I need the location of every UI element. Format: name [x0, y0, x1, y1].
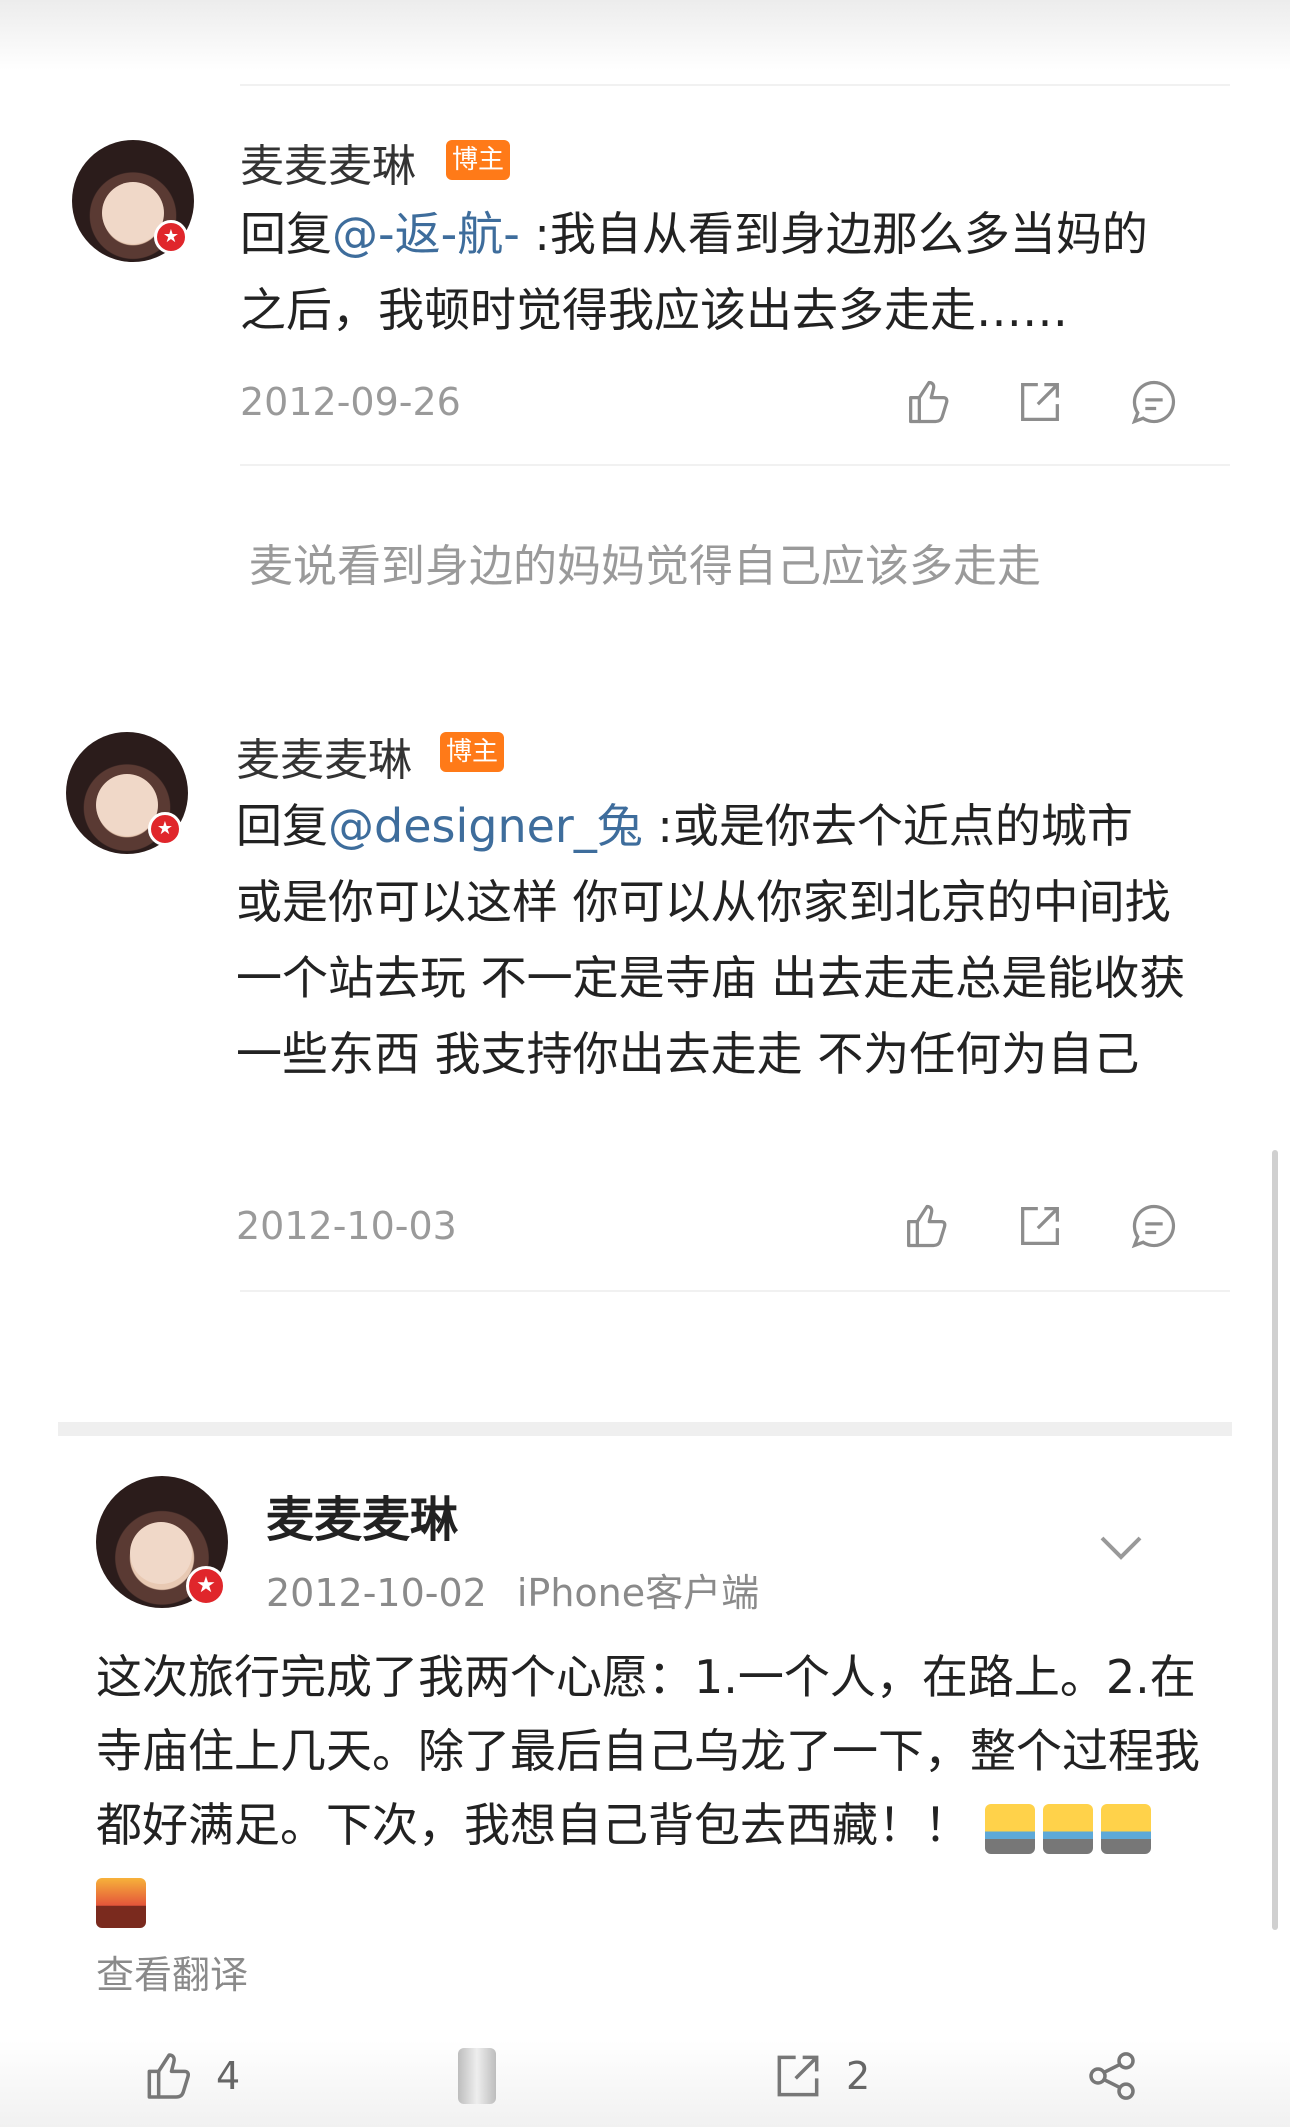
reply-prefix: 回复	[236, 799, 328, 853]
top-fade	[0, 0, 1290, 70]
chevron-down-icon[interactable]	[1096, 1528, 1146, 1568]
train-emoji-icon	[1042, 1803, 1093, 1854]
mention-link[interactable]: @designer_兔	[328, 799, 643, 853]
reply-date: 2012-09-26	[240, 380, 461, 424]
avatar[interactable]: ★	[66, 732, 188, 854]
post-text: 这次旅行完成了我两个心愿：1.一个人，在路上。2.在寺庙住上几天。除了最后自己乌…	[96, 1640, 1206, 1936]
post-date: 2012-10-02	[266, 1571, 487, 1615]
repost-count: 2	[846, 2054, 871, 2098]
reply-prefix: 回复	[240, 207, 332, 261]
avatar[interactable]: ★	[72, 140, 194, 262]
blogger-tag: 博主	[446, 140, 511, 180]
comment-icon[interactable]	[1128, 1200, 1180, 1252]
thumbs-up-icon	[147, 2053, 191, 2099]
reply-text-line1: :或是你去个近点的城市	[642, 799, 1133, 853]
post-author-name[interactable]: 麦麦麦琳	[266, 1480, 458, 1550]
reply-text: 回复@designer_兔 :或是你去个近点的城市或是你可以这样 你可以从你家到…	[236, 788, 1196, 1092]
repost-button[interactable]: 2	[770, 2046, 870, 2106]
divider	[240, 84, 1230, 86]
user-name[interactable]: 麦麦麦琳	[236, 724, 412, 788]
like-button[interactable]: 4	[140, 2046, 240, 2106]
section-separator	[58, 1422, 1232, 1436]
like-count: 4	[216, 2054, 241, 2098]
divider	[240, 1290, 1230, 1292]
avatar[interactable]: ★	[96, 1476, 228, 1608]
train-emoji-icon	[1100, 1803, 1151, 1854]
drag-handle[interactable]	[458, 2048, 496, 2104]
share-button[interactable]	[1084, 2046, 1160, 2106]
translate-link[interactable]: 查看翻译	[96, 1944, 248, 1999]
train-emoji-icon	[984, 1803, 1035, 1854]
post-meta: 2012-10-02 iPhone客户端	[266, 1562, 789, 1617]
share-nodes-icon	[1089, 2052, 1135, 2100]
mention-link[interactable]: @-返-航-	[332, 207, 520, 261]
verified-badge-icon: ★	[186, 1566, 226, 1606]
sunset-emoji-icon	[96, 1877, 146, 1928]
user-name[interactable]: 麦麦麦琳	[240, 130, 416, 194]
comment-icon[interactable]	[1128, 376, 1180, 428]
verified-badge-icon: ★	[154, 220, 188, 254]
blogger-tag: 博主	[440, 732, 505, 772]
avatar-face	[130, 1522, 192, 1584]
like-icon[interactable]	[902, 376, 954, 428]
reply-text-rest: 之后，我顿时觉得我应该出去多走走……	[240, 283, 1068, 337]
repost-icon[interactable]	[1014, 376, 1066, 428]
divider	[240, 464, 1230, 466]
reply-date: 2012-10-03	[236, 1204, 457, 1248]
repost-icon[interactable]	[1014, 1200, 1066, 1252]
reply-text: 回复@-返-航- :我自从看到身边那么多当妈的之后，我顿时觉得我应该出去多走走……	[240, 196, 1200, 348]
post-source: iPhone客户端	[516, 1571, 760, 1615]
reply-text-rest: 或是你可以这样 你可以从你家到北京的中间找一个站去玩 不一定是寺庙 出去走走总是…	[236, 875, 1186, 1081]
caption-note: 麦说看到身边的妈妈觉得自己应该多走走	[249, 541, 1041, 592]
reply-text-line1: :我自从看到身边那么多当妈的	[519, 207, 1148, 261]
verified-badge-icon: ★	[148, 812, 182, 846]
scrollbar[interactable]	[1272, 1150, 1278, 1930]
like-icon[interactable]	[900, 1200, 952, 1252]
share-box-icon	[777, 2055, 819, 2097]
